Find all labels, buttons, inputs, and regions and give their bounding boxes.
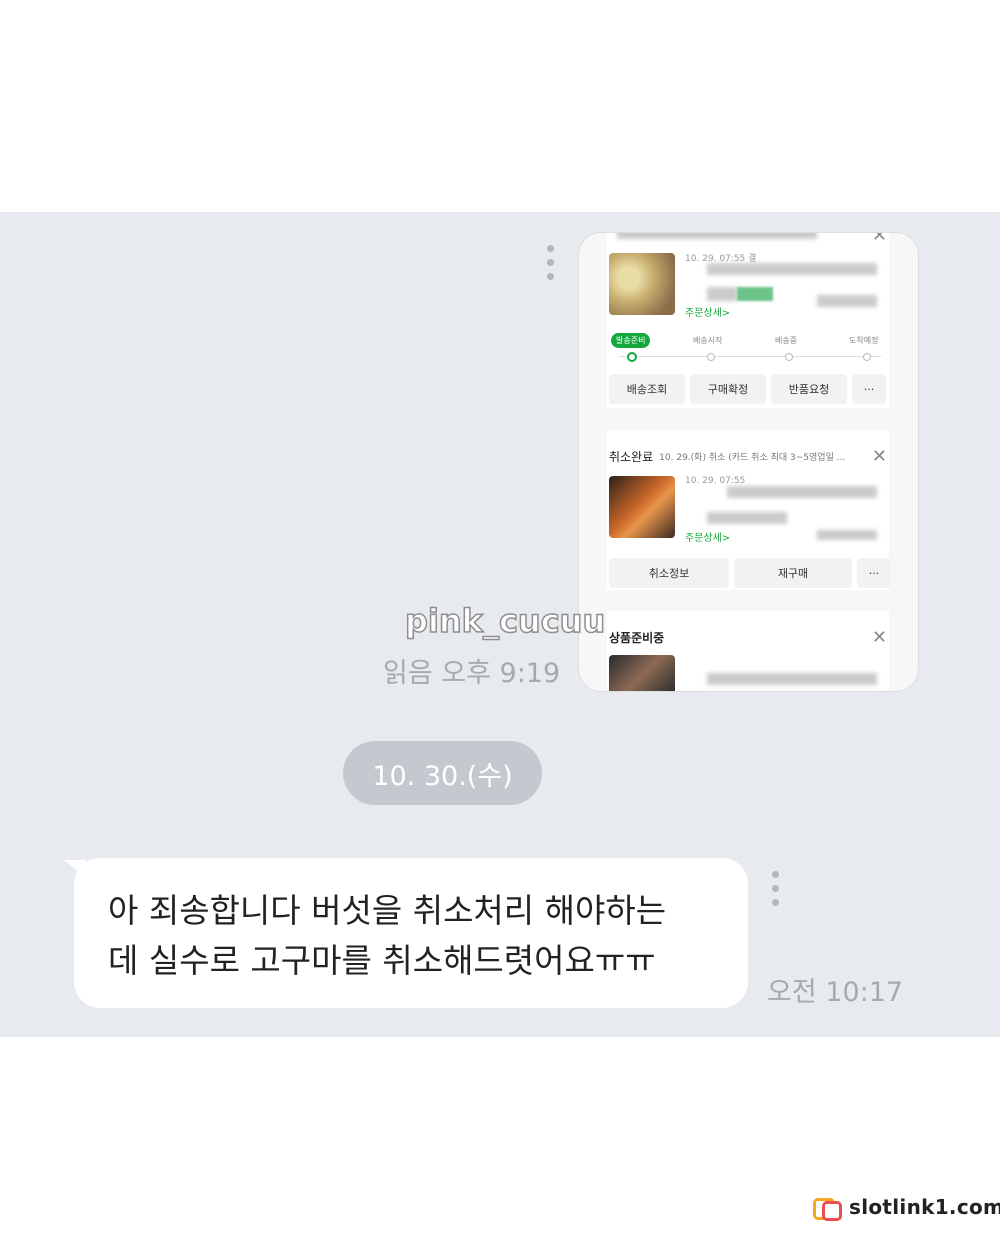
sent-image-bubble[interactable]: ✕ 10. 29. 07:55 결 주문상세> 발송준비 배송시작 배송중 도착… [579, 233, 918, 691]
order-status: 취소완료 [609, 450, 654, 464]
cancel-info-button[interactable]: 취소정보 [609, 558, 729, 588]
step-label: 발송준비 [611, 333, 651, 348]
message-time: 오전 10:17 [767, 977, 904, 1008]
order-card-shipping: ✕ 10. 29. 07:55 결 주문상세> 발송준비 배송시작 배송중 도착… [607, 233, 889, 408]
site-watermark: slotlink1.com [813, 1195, 1000, 1221]
cancelled-actions: 취소정보 재구매 ··· [609, 558, 891, 588]
track-shipping-button[interactable]: 배송조회 [609, 374, 685, 404]
confirm-purchase-button[interactable]: 구매확정 [690, 374, 766, 404]
site-logo-icon [813, 1196, 842, 1221]
return-request-button[interactable]: 반품요청 [771, 374, 847, 404]
order-detail-link: 주문상세> [685, 533, 731, 544]
order-card-cancelled: 취소완료 10. 29.(화) 취소 (카드 취소 최대 3~5영업일 ... … [607, 430, 891, 590]
product-thumbnail [609, 476, 675, 538]
order-status: 상품준비중 [609, 631, 665, 645]
cancel-note: 10. 29.(화) 취소 (카드 취소 최대 3~5영업일 ... [659, 453, 846, 463]
shipping-actions: 배송조회 구매확정 반품요청 ··· [609, 374, 886, 404]
step-label: 배송시작 [693, 336, 723, 345]
step-label: 배송중 [775, 336, 798, 345]
message-more-menu[interactable] [772, 871, 779, 906]
delivery-progress: 발송준비 배송시작 배송중 도착예정 [609, 329, 887, 362]
order-date: 10. 29. 07:55 [685, 476, 746, 486]
product-thumbnail [609, 253, 675, 315]
read-status-time: 읽음 오후 9:19 [383, 658, 561, 689]
close-icon: ✕ [871, 233, 887, 246]
received-message-bubble[interactable]: 아 죄송합니다 버섯을 취소처리 해야하는 데 실수로 고구마를 취소해드렷어요… [74, 858, 748, 1008]
rebuy-button[interactable]: 재구매 [734, 558, 852, 588]
sent-image-more-menu[interactable] [547, 245, 554, 280]
site-name: slotlink1.com [849, 1195, 1000, 1219]
more-button[interactable]: ··· [852, 374, 886, 404]
close-icon[interactable]: ✕ [872, 448, 887, 466]
user-watermark: pink_cucuu [404, 601, 606, 641]
message-text: 아 죄송합니다 버섯을 취소처리 해야하는 데 실수로 고구마를 취소해드렷어요… [108, 891, 667, 980]
product-thumbnail [609, 655, 675, 691]
step-label: 도착예정 [849, 336, 879, 345]
close-icon[interactable]: ✕ [872, 629, 887, 647]
order-detail-link: 주문상세> [685, 308, 731, 319]
date-separator: 10. 30.(수) [343, 741, 542, 805]
order-card-preparing: 상품준비중 ✕ [607, 611, 889, 691]
more-button[interactable]: ··· [857, 558, 891, 588]
